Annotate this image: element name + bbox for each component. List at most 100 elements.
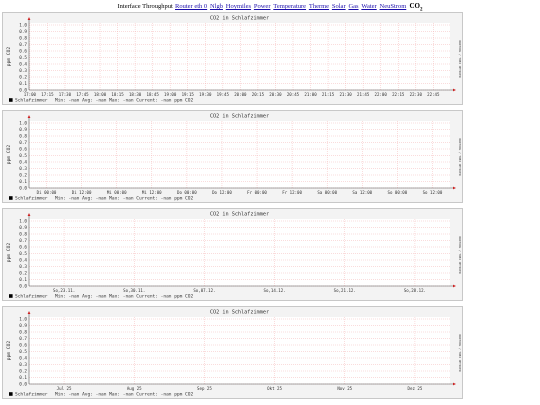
y-tick-label: 0.7 — [19, 336, 27, 342]
x-tick-label: So 00:00 — [388, 190, 408, 195]
legend-swatch — [9, 294, 13, 298]
nav-link-nlgb[interactable]: Nlgb — [210, 3, 223, 10]
y-tick-label: 0.6 — [19, 49, 27, 55]
y-tick-label: 0.7 — [19, 42, 27, 48]
y-axis-arrow-icon — [27, 17, 31, 20]
nav-link-gas[interactable]: Gas — [348, 3, 358, 10]
y-tick-label: 0.7 — [19, 140, 27, 146]
legend-stats: Min: -nan Avg: -nan Max: -nan Current: -… — [55, 98, 193, 104]
y-tick-label: 0.7 — [19, 238, 27, 244]
rrdtool-credit: RRDTOOL / TOBI OETIKER — [458, 236, 462, 273]
x-tick-label: Fr 00:00 — [247, 190, 267, 195]
x-axis-arrow-icon — [453, 284, 456, 288]
graph-title: CO2 in Schlafzimmer — [210, 310, 269, 316]
graph-title: CO2 in Schlafzimmer — [210, 212, 269, 218]
x-tick-label: Sep 25 — [197, 386, 212, 391]
y-tick-label: 0.8 — [19, 330, 27, 336]
x-tick-label: 20:15 — [252, 92, 265, 97]
y-tick-label: 0.0 — [19, 382, 27, 388]
nav-link-therme[interactable]: Therme — [309, 3, 329, 10]
legend-name: Schlafzimmer — [15, 392, 48, 398]
y-tick-label: 0.9 — [19, 29, 27, 35]
legend-swatch — [9, 196, 13, 200]
y-tick-label: 1.0 — [19, 121, 27, 127]
x-tick-label: Nov 25 — [337, 386, 352, 391]
nav-link-router[interactable]: Router eth 0 — [175, 3, 207, 10]
legend-stats: Min: -nan Avg: -nan Max: -nan Current: -… — [55, 294, 193, 300]
x-tick-label: 20:00 — [234, 92, 247, 97]
graph-panel-4: CO2 in Schlafzimmer ppm CO2 1.0 0.9 0.8 0.7 0.… — [2, 306, 463, 399]
legend-name: Schlafzimmer — [15, 196, 48, 202]
y-tick-label: 0.8 — [19, 232, 27, 238]
x-tick-label: 21:00 — [304, 92, 317, 97]
nav-link-water[interactable]: Water — [361, 3, 376, 10]
y-tick-label: 0.2 — [19, 173, 27, 179]
x-tick-label: 18:15 — [111, 92, 124, 97]
x-tick-label: Dez 25 — [408, 386, 423, 391]
y-tick-label: 0.0 — [19, 186, 27, 192]
x-tick-label: 19:30 — [199, 92, 212, 97]
nav-link-hoymiles[interactable]: Hoymiles — [226, 3, 251, 10]
nav-current-main: CO — [409, 2, 420, 10]
y-axis-label: ppm CO2 — [6, 243, 12, 263]
x-tick-label: So,21.12. — [334, 288, 356, 293]
y-tick-label: 0.6 — [19, 147, 27, 153]
y-tick-label: 0.3 — [19, 264, 27, 270]
x-axis-arrow-icon — [453, 186, 456, 190]
x-tick-label: Aug 25 — [127, 386, 142, 391]
x-tick-label: 19:45 — [217, 92, 230, 97]
graph-panel-3: CO2 in Schlafzimmer ppm CO2 1.0 0.9 0.8 0.7 0.… — [2, 208, 463, 301]
y-axis-arrow-icon — [27, 213, 31, 216]
legend-stats: Min: -nan Avg: -nan Max: -nan Current: -… — [55, 196, 193, 202]
y-tick-label: 0.4 — [19, 62, 27, 68]
nav-link-neustrom[interactable]: NeuStrom — [380, 3, 407, 10]
rrdtool-credit: RRDTOOL / TOBI OETIKER — [458, 334, 462, 371]
x-tick-label: 22:00 — [375, 92, 388, 97]
x-tick-label: So,28.12. — [404, 288, 426, 293]
x-tick-label: 19:15 — [182, 92, 195, 97]
x-tick-label: Mi 00:00 — [107, 190, 127, 195]
y-tick-label: 0.5 — [19, 153, 27, 159]
y-tick-label: 0.9 — [19, 323, 27, 329]
y-tick-label: 1.0 — [19, 317, 27, 323]
x-axis-arrow-icon — [453, 382, 456, 386]
rrdtool-credit: RRDTOOL / TOBI OETIKER — [458, 40, 462, 77]
x-tick-label: So,07.12. — [193, 288, 215, 293]
y-tick-label: 0.3 — [19, 166, 27, 172]
y-axis-label: ppm CO2 — [6, 47, 12, 67]
x-tick-label: 17:30 — [59, 92, 72, 97]
x-tick-label: 22:30 — [410, 92, 423, 97]
legend-name: Schlafzimmer — [15, 294, 48, 300]
x-tick-label: Do 12:00 — [212, 190, 232, 195]
x-tick-label: 17:15 — [41, 92, 54, 97]
y-tick-label: 0.9 — [19, 127, 27, 133]
x-tick-label: So,14.12. — [263, 288, 285, 293]
x-tick-label: 22:15 — [392, 92, 405, 97]
y-tick-label: 0.4 — [19, 356, 27, 362]
y-tick-label: 0.1 — [19, 277, 27, 283]
graph-title: CO2 in Schlafzimmer — [210, 16, 269, 22]
x-tick-label: Jul 25 — [57, 386, 72, 391]
nav-link-solar[interactable]: Solar — [332, 3, 346, 10]
y-tick-label: 0.5 — [19, 251, 27, 257]
y-tick-label: 0.2 — [19, 369, 27, 375]
x-tick-label: Sa 00:00 — [317, 190, 337, 195]
y-tick-label: 0.8 — [19, 134, 27, 140]
y-tick-label: 0.0 — [19, 284, 27, 290]
graph-title: CO2 in Schlafzimmer — [210, 114, 269, 120]
x-tick-label: So,23.11. — [53, 288, 75, 293]
rrdtool-credit: RRDTOOL / TOBI OETIKER — [458, 138, 462, 175]
graph-svg-3: CO2 in Schlafzimmerppm CO21.00.90.80.70.… — [6, 212, 462, 300]
graph-svg-1: CO2 in Schlafzimmerppm CO21.00.90.80.70.… — [6, 16, 462, 104]
y-axis-label: ppm CO2 — [6, 145, 12, 165]
y-tick-label: 0.8 — [19, 36, 27, 42]
x-tick-label: Do 00:00 — [177, 190, 197, 195]
legend-stats: Min: -nan Avg: -nan Max: -nan Current: -… — [55, 392, 193, 398]
plot-area — [29, 121, 450, 188]
x-tick-label: 21:30 — [339, 92, 352, 97]
nav-link-power[interactable]: Power — [254, 3, 271, 10]
nav-link-temperature[interactable]: Temperature — [273, 3, 306, 10]
plot-area — [29, 317, 450, 384]
x-tick-label: Di 12:00 — [72, 190, 92, 195]
x-tick-label: 17:00 — [24, 92, 37, 97]
